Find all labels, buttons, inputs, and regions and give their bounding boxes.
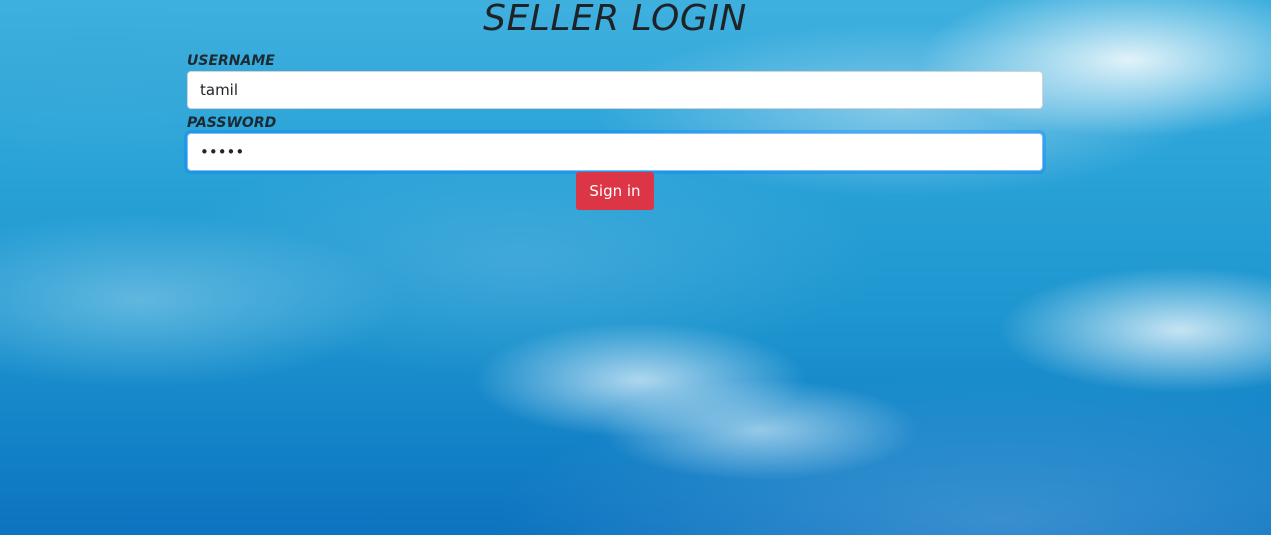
login-form: SELLER LOGIN USERNAME PASSWORD Sign in (187, 0, 1043, 210)
page-title: SELLER LOGIN (483, 0, 747, 39)
username-label: USERNAME (187, 53, 275, 69)
button-row: Sign in (187, 172, 1043, 210)
password-label: PASSWORD (187, 115, 277, 131)
sign-in-button[interactable]: Sign in (576, 172, 654, 210)
password-field[interactable] (187, 133, 1043, 171)
username-field[interactable] (187, 71, 1043, 109)
